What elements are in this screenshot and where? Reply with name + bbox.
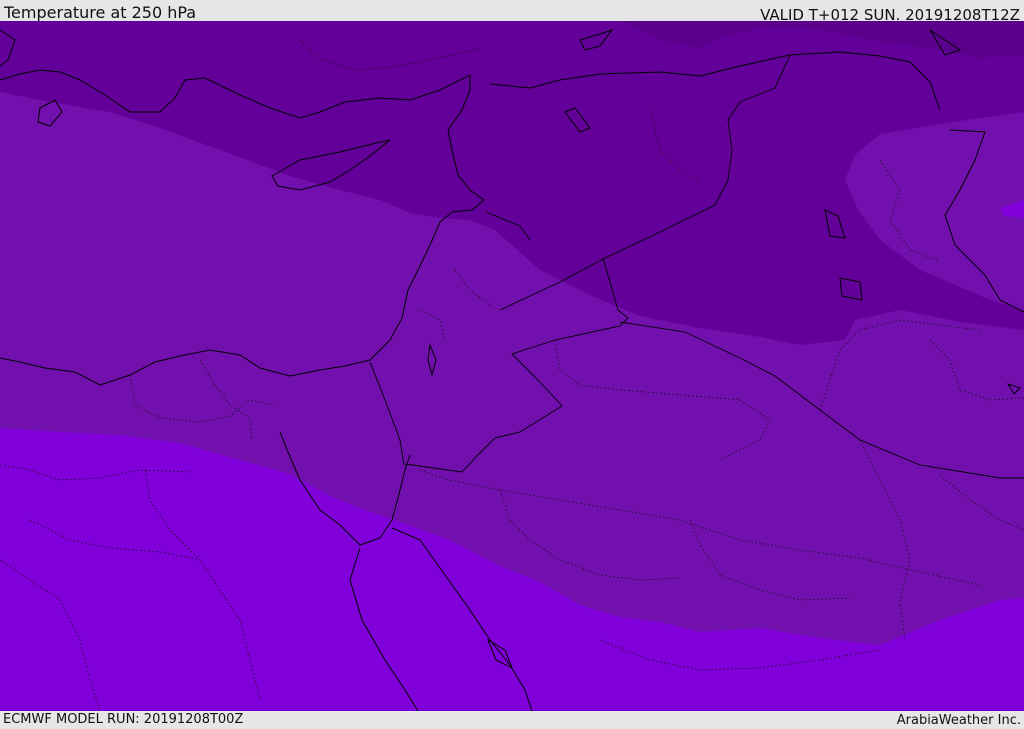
header-bar: Temperature at 250 hPa VALID T+012 SUN. …: [0, 0, 1024, 24]
map-canvas: [0, 21, 1024, 711]
weather-map[interactable]: [0, 21, 1024, 711]
footer-bar: ECMWF MODEL RUN: 20191208T00Z ArabiaWeat…: [0, 711, 1024, 729]
map-title: Temperature at 250 hPa: [4, 3, 197, 22]
credit: ArabiaWeather Inc.: [896, 713, 1021, 728]
model-run: ECMWF MODEL RUN: 20191208T00Z: [3, 712, 244, 727]
